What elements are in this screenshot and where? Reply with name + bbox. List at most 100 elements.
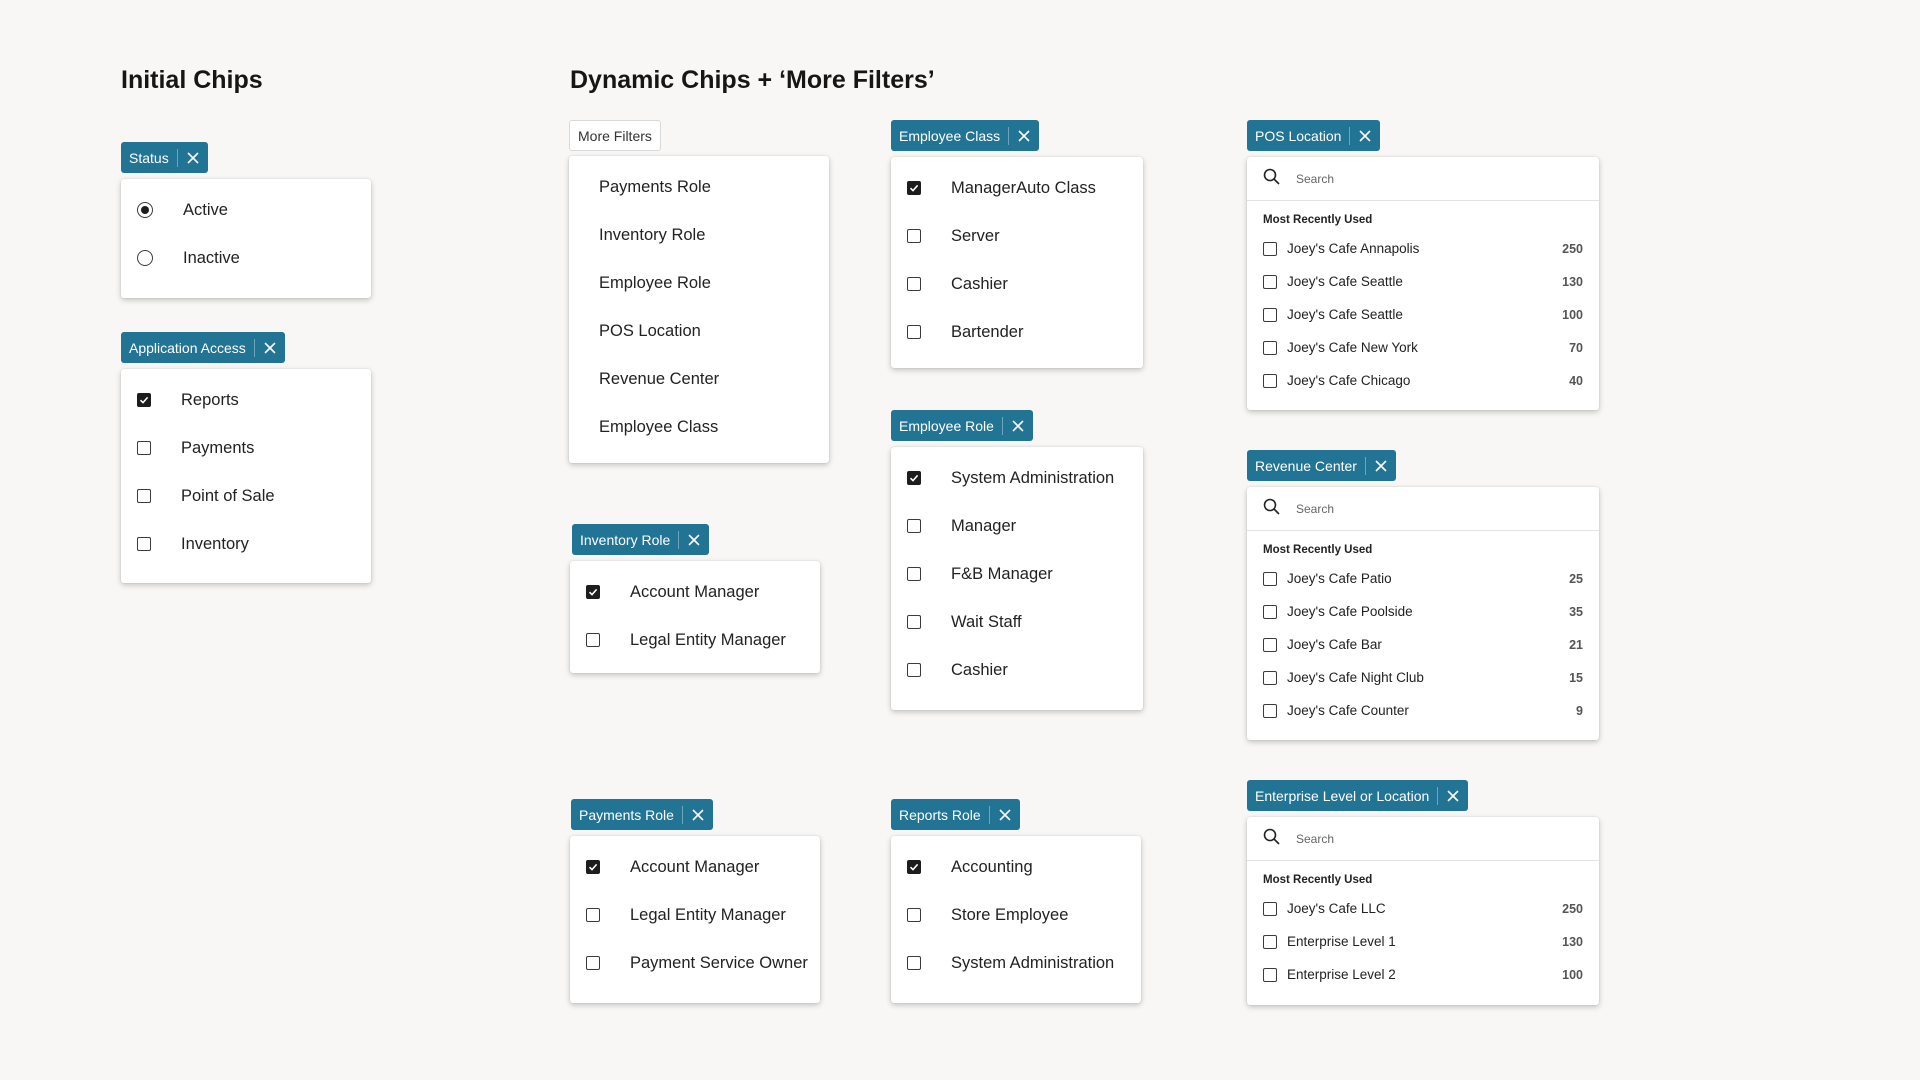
- more-filters-button[interactable]: More Filters: [569, 120, 661, 151]
- checkbox-option[interactable]: Cashier: [891, 646, 1143, 694]
- reports-role-chip[interactable]: Reports Role: [891, 799, 1020, 830]
- checkbox[interactable]: [1263, 340, 1277, 355]
- checkbox[interactable]: [586, 633, 600, 647]
- checkbox-option[interactable]: Account Manager: [570, 568, 820, 616]
- checkbox[interactable]: [1263, 670, 1277, 685]
- list-item[interactable]: Enterprise Level 2 100: [1247, 958, 1599, 991]
- revenue-center-chip[interactable]: Revenue Center: [1247, 450, 1396, 481]
- close-icon[interactable]: [683, 799, 713, 830]
- checkbox[interactable]: [907, 277, 921, 291]
- checkbox[interactable]: [907, 860, 921, 874]
- checkbox[interactable]: [1263, 274, 1277, 289]
- checkbox-option[interactable]: Store Employee: [891, 891, 1141, 939]
- close-icon[interactable]: [178, 142, 208, 173]
- checkbox[interactable]: [1263, 703, 1277, 718]
- checkbox[interactable]: [907, 663, 921, 677]
- checkbox-option[interactable]: Account Manager: [570, 843, 820, 891]
- checkbox-option[interactable]: Manager: [891, 502, 1143, 550]
- checkbox-option[interactable]: Payment Service Owner: [570, 939, 820, 987]
- inventory-role-chip[interactable]: Inventory Role: [572, 524, 710, 555]
- checkbox[interactable]: [1263, 373, 1277, 388]
- checkbox-option[interactable]: Wait Staff: [891, 598, 1143, 646]
- checkbox-option[interactable]: F&B Manager: [891, 550, 1143, 598]
- list-item[interactable]: Joey's Cafe Poolside 35: [1247, 595, 1599, 628]
- checkbox-option[interactable]: Reports: [121, 376, 371, 424]
- menu-item[interactable]: Inventory Role: [569, 211, 829, 259]
- checkbox[interactable]: [1263, 934, 1277, 949]
- close-icon[interactable]: [679, 524, 709, 555]
- list-item[interactable]: Joey's Cafe Chicago 40: [1247, 364, 1599, 397]
- close-icon[interactable]: [1366, 450, 1396, 481]
- checkbox[interactable]: [1263, 967, 1277, 982]
- employee-role-chip[interactable]: Employee Role: [891, 410, 1033, 441]
- menu-item[interactable]: POS Location: [569, 307, 829, 355]
- list-item[interactable]: Joey's Cafe Seattle 130: [1247, 265, 1599, 298]
- checkbox[interactable]: [907, 325, 921, 339]
- radio-option[interactable]: Inactive: [121, 234, 371, 282]
- checkbox[interactable]: [137, 441, 151, 455]
- enterprise-level-chip[interactable]: Enterprise Level or Location: [1247, 780, 1469, 811]
- checkbox-option[interactable]: Inventory: [121, 520, 371, 568]
- list-item[interactable]: Joey's Cafe Patio 25: [1247, 562, 1599, 595]
- checkbox-option[interactable]: Accounting: [891, 843, 1141, 891]
- list-item[interactable]: Enterprise Level 1 130: [1247, 925, 1599, 958]
- close-icon[interactable]: [255, 332, 285, 363]
- application-access-chip[interactable]: Application Access: [121, 332, 285, 363]
- checkbox[interactable]: [1263, 637, 1277, 652]
- close-icon[interactable]: [1003, 410, 1033, 441]
- checkbox-option[interactable]: Legal Entity Manager: [570, 891, 820, 939]
- checkbox[interactable]: [1263, 604, 1277, 619]
- menu-item[interactable]: Employee Role: [569, 259, 829, 307]
- menu-item[interactable]: Payments Role: [569, 163, 829, 211]
- menu-item[interactable]: Employee Class: [569, 403, 829, 451]
- close-icon[interactable]: [1009, 120, 1039, 151]
- list-item[interactable]: Joey's Cafe Seattle 100: [1247, 298, 1599, 331]
- checkbox[interactable]: [137, 489, 151, 503]
- checkbox[interactable]: [586, 956, 600, 970]
- search-input[interactable]: [1294, 170, 1558, 187]
- checkbox[interactable]: [586, 860, 600, 874]
- checkbox-option[interactable]: Cashier: [891, 260, 1143, 308]
- list-item[interactable]: Joey's Cafe Night Club 15: [1247, 661, 1599, 694]
- checkbox-option[interactable]: Bartender: [891, 308, 1143, 356]
- list-item[interactable]: Joey's Cafe Annapolis 250: [1247, 232, 1599, 265]
- checkbox[interactable]: [137, 393, 151, 407]
- radio-button[interactable]: [137, 202, 153, 218]
- checkbox[interactable]: [907, 471, 921, 485]
- checkbox[interactable]: [907, 956, 921, 970]
- list-item[interactable]: Joey's Cafe Bar 21: [1247, 628, 1599, 661]
- checkbox[interactable]: [137, 537, 151, 551]
- checkbox[interactable]: [907, 615, 921, 629]
- checkbox[interactable]: [1263, 307, 1277, 322]
- menu-item[interactable]: Revenue Center: [569, 355, 829, 403]
- checkbox-option[interactable]: Server: [891, 212, 1143, 260]
- search-input[interactable]: [1294, 500, 1558, 517]
- status-chip[interactable]: Status: [121, 142, 208, 173]
- list-item[interactable]: Joey's Cafe LLC 250: [1247, 892, 1599, 925]
- list-item[interactable]: Joey's Cafe Counter 9: [1247, 694, 1599, 727]
- checkbox[interactable]: [1263, 241, 1277, 256]
- radio-option[interactable]: Active: [121, 186, 371, 234]
- checkbox-option[interactable]: System Administration: [891, 939, 1141, 987]
- checkbox[interactable]: [907, 567, 921, 581]
- employee-class-chip[interactable]: Employee Class: [891, 120, 1040, 151]
- checkbox[interactable]: [1263, 901, 1277, 916]
- checkbox[interactable]: [907, 181, 921, 195]
- search-input[interactable]: [1294, 830, 1558, 847]
- checkbox[interactable]: [907, 229, 921, 243]
- checkbox-option[interactable]: ManagerAuto Class: [891, 164, 1143, 212]
- close-icon[interactable]: [1438, 780, 1468, 811]
- checkbox-option[interactable]: System Administration: [891, 454, 1143, 502]
- pos-location-chip[interactable]: POS Location: [1247, 120, 1381, 151]
- checkbox-option[interactable]: Point of Sale: [121, 472, 371, 520]
- list-item[interactable]: Joey's Cafe New York 70: [1247, 331, 1599, 364]
- radio-button[interactable]: [137, 250, 153, 266]
- close-icon[interactable]: [990, 799, 1020, 830]
- close-icon[interactable]: [1350, 120, 1380, 151]
- checkbox[interactable]: [1263, 571, 1277, 586]
- checkbox[interactable]: [907, 519, 921, 533]
- checkbox[interactable]: [586, 585, 600, 599]
- checkbox[interactable]: [586, 908, 600, 922]
- checkbox[interactable]: [907, 908, 921, 922]
- checkbox-option[interactable]: Legal Entity Manager: [570, 616, 820, 664]
